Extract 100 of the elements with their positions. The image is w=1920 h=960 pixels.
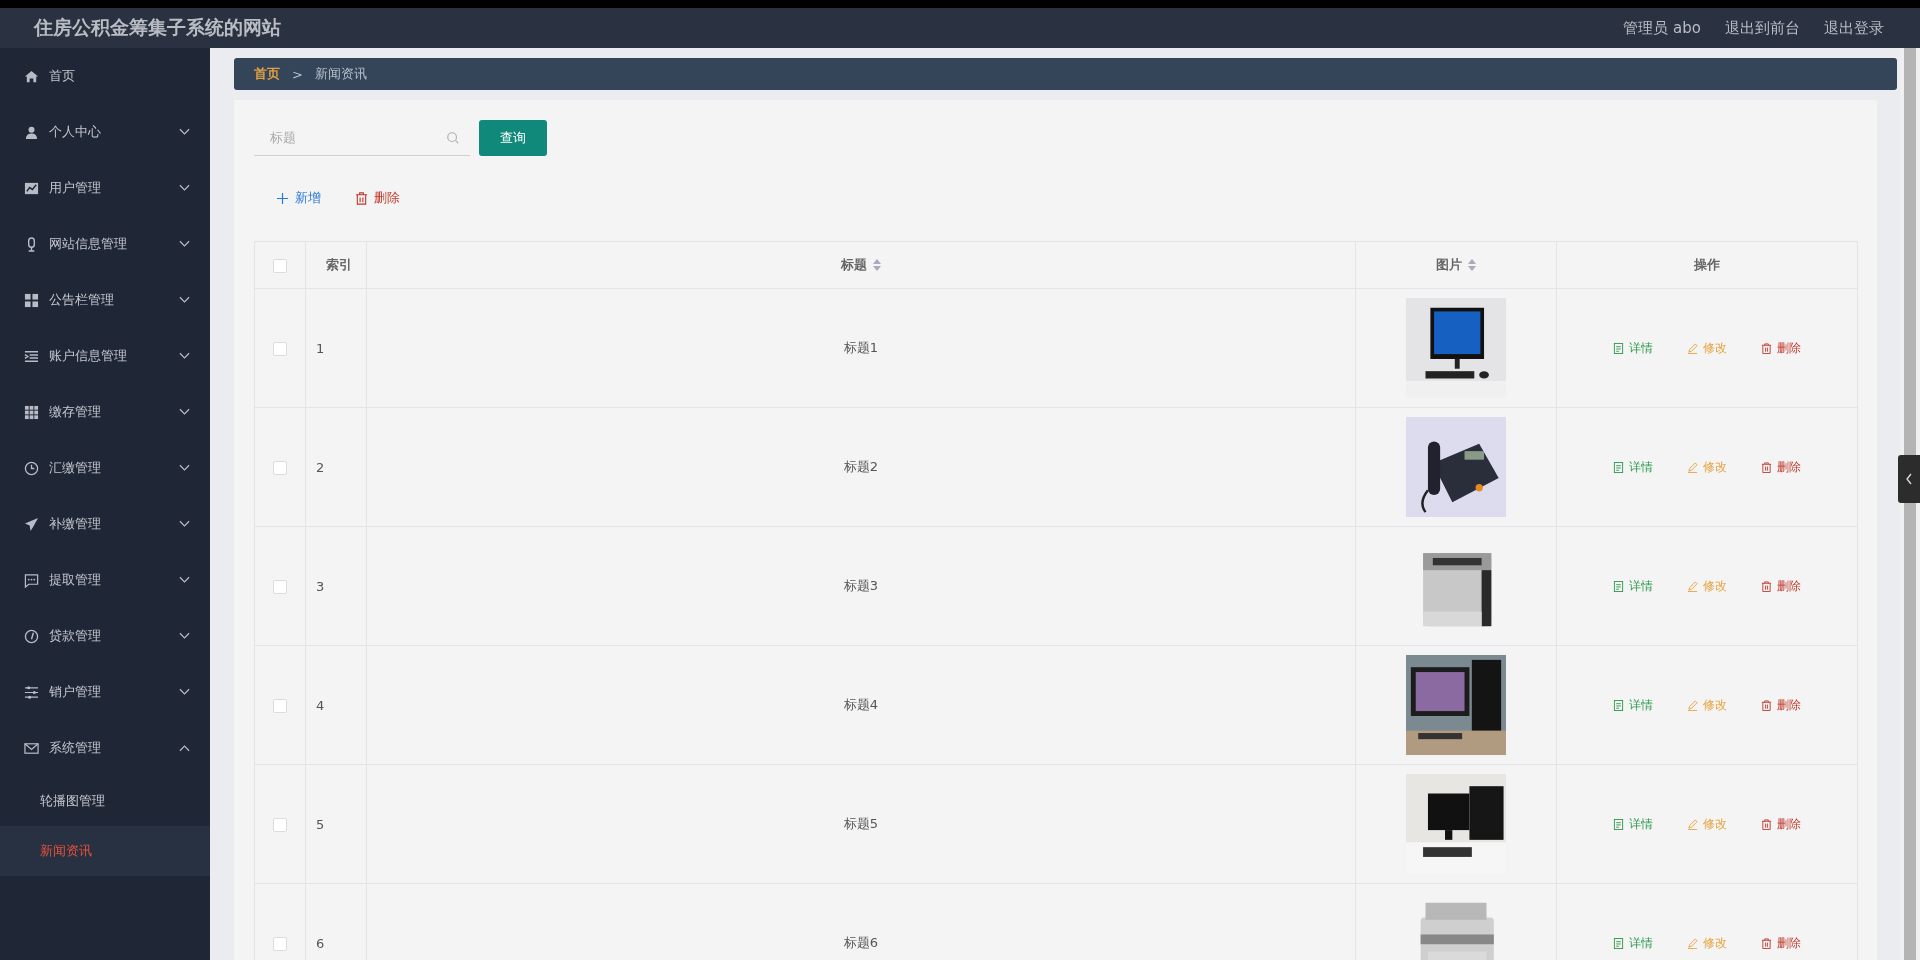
- pencil-icon: [1687, 937, 1698, 949]
- toolbar-button[interactable]: 删除: [353, 185, 402, 211]
- action-link[interactable]: 删除: [1761, 934, 1801, 952]
- row-checkbox[interactable]: [273, 460, 287, 475]
- sidebar-subitem[interactable]: 轮播图管理: [0, 776, 210, 826]
- pencil-icon: [1687, 461, 1698, 473]
- scrollbar[interactable]: [1900, 48, 1920, 960]
- trash-icon: [355, 191, 368, 205]
- header-link[interactable]: 退出登录: [1824, 18, 1884, 38]
- chart-icon: [24, 180, 39, 196]
- column-header: 操作: [1694, 256, 1720, 274]
- breadcrumb-separator: >: [292, 66, 303, 82]
- chevron-icon: [179, 520, 190, 528]
- row-checkbox[interactable]: [273, 817, 287, 832]
- sort-icon[interactable]: [873, 259, 881, 271]
- chevron-icon: [179, 408, 190, 416]
- select-all-checkbox[interactable]: [273, 258, 287, 273]
- sort-icon[interactable]: [1468, 259, 1476, 271]
- chevron-icon: [179, 576, 190, 584]
- action-link[interactable]: 删除: [1761, 696, 1801, 714]
- sidebar-item[interactable]: 缴存管理: [0, 384, 210, 440]
- toolbar-button[interactable]: 新增: [274, 185, 323, 211]
- document-icon: [1613, 818, 1624, 830]
- header-link[interactable]: 退出到前台: [1725, 18, 1800, 38]
- query-button[interactable]: 查询: [479, 120, 547, 156]
- chevron-icon: [179, 464, 190, 472]
- action-link[interactable]: 详情: [1613, 696, 1653, 714]
- sidebar-item[interactable]: 汇缴管理: [0, 440, 210, 496]
- trash-icon: [1761, 937, 1772, 949]
- breadcrumb-current: 新闻资讯: [314, 65, 367, 83]
- chevron-icon: [179, 352, 190, 360]
- chevron-icon: [179, 184, 190, 192]
- row-checkbox[interactable]: [273, 936, 287, 951]
- user-name: 管理员 abo: [1623, 18, 1701, 38]
- action-link[interactable]: 删除: [1761, 339, 1801, 357]
- sidebar-item[interactable]: 账户信息管理: [0, 328, 210, 384]
- sidebar-item[interactable]: 用户管理: [0, 160, 210, 216]
- chat-icon: [24, 572, 39, 588]
- pencil-icon: [1687, 699, 1698, 711]
- action-link[interactable]: 详情: [1613, 815, 1653, 833]
- plus-icon: [276, 191, 289, 205]
- sidebar-item[interactable]: 贷款管理: [0, 608, 210, 664]
- collapse-tab[interactable]: [1898, 455, 1920, 503]
- trash-icon: [1761, 461, 1772, 473]
- document-icon: [1613, 699, 1624, 711]
- pencil-icon: [1687, 580, 1698, 592]
- document-icon: [1613, 342, 1624, 354]
- gauge-icon: [24, 628, 39, 644]
- sidebar-item[interactable]: 提取管理: [0, 552, 210, 608]
- breadcrumb-link[interactable]: 首页: [254, 65, 280, 83]
- action-link[interactable]: 详情: [1613, 339, 1653, 357]
- sidebar-item[interactable]: 销户管理: [0, 664, 210, 720]
- table-cell: 标题6: [843, 935, 879, 950]
- pencil-icon: [1687, 342, 1698, 354]
- table-cell: 6: [316, 935, 325, 951]
- sidebar-item[interactable]: 个人中心: [0, 104, 210, 160]
- column-header: 索引: [326, 256, 352, 274]
- table-cell: 标题2: [843, 459, 879, 474]
- trash-icon: [1761, 818, 1772, 830]
- table-cell: 4: [316, 697, 325, 713]
- chevron-left-icon: [1905, 473, 1913, 485]
- sidebar-subitem[interactable]: 新闻资讯: [0, 826, 210, 876]
- site-title: 住房公积金筹集子系统的网站: [34, 15, 281, 40]
- sidebar-item[interactable]: 网站信息管理: [0, 216, 210, 272]
- home-icon: [24, 68, 39, 84]
- table-cell: 标题5: [843, 816, 879, 831]
- action-link[interactable]: 详情: [1613, 577, 1653, 595]
- person-icon: [24, 124, 39, 140]
- trash-icon: [1761, 342, 1772, 354]
- paper-plane-icon: [24, 516, 39, 532]
- sidebar-item[interactable]: 补缴管理: [0, 496, 210, 552]
- chevron-icon: [179, 744, 190, 752]
- table-cell: 2: [316, 459, 325, 475]
- document-icon: [1613, 461, 1624, 473]
- action-link[interactable]: 详情: [1613, 934, 1653, 952]
- search-field[interactable]: 标题: [254, 120, 470, 156]
- document-icon: [1613, 937, 1624, 949]
- search-icon: [446, 131, 460, 145]
- sliders-icon: [24, 684, 39, 700]
- chevron-icon: [179, 632, 190, 640]
- row-checkbox[interactable]: [273, 341, 287, 356]
- row-checkbox[interactable]: [273, 698, 287, 713]
- sidebar-item[interactable]: 公告栏管理: [0, 272, 210, 328]
- action-link[interactable]: 删除: [1761, 815, 1801, 833]
- table-cell: 标题1: [843, 340, 879, 355]
- list-icon: [24, 348, 39, 364]
- action-link[interactable]: 详情: [1613, 458, 1653, 476]
- row-checkbox[interactable]: [273, 579, 287, 594]
- column-header: 标题: [841, 256, 867, 274]
- pencil-icon: [1687, 818, 1698, 830]
- sidebar-item[interactable]: 系统管理: [0, 720, 210, 776]
- table-cell: 3: [316, 578, 325, 594]
- table-cell: 1: [316, 340, 325, 356]
- sidebar-item[interactable]: 首页: [0, 48, 210, 104]
- action-link[interactable]: 删除: [1761, 458, 1801, 476]
- trash-icon: [1761, 699, 1772, 711]
- chevron-icon: [179, 296, 190, 304]
- action-link[interactable]: 删除: [1761, 577, 1801, 595]
- table-cell: 5: [316, 816, 325, 832]
- grid-icon: [24, 292, 39, 308]
